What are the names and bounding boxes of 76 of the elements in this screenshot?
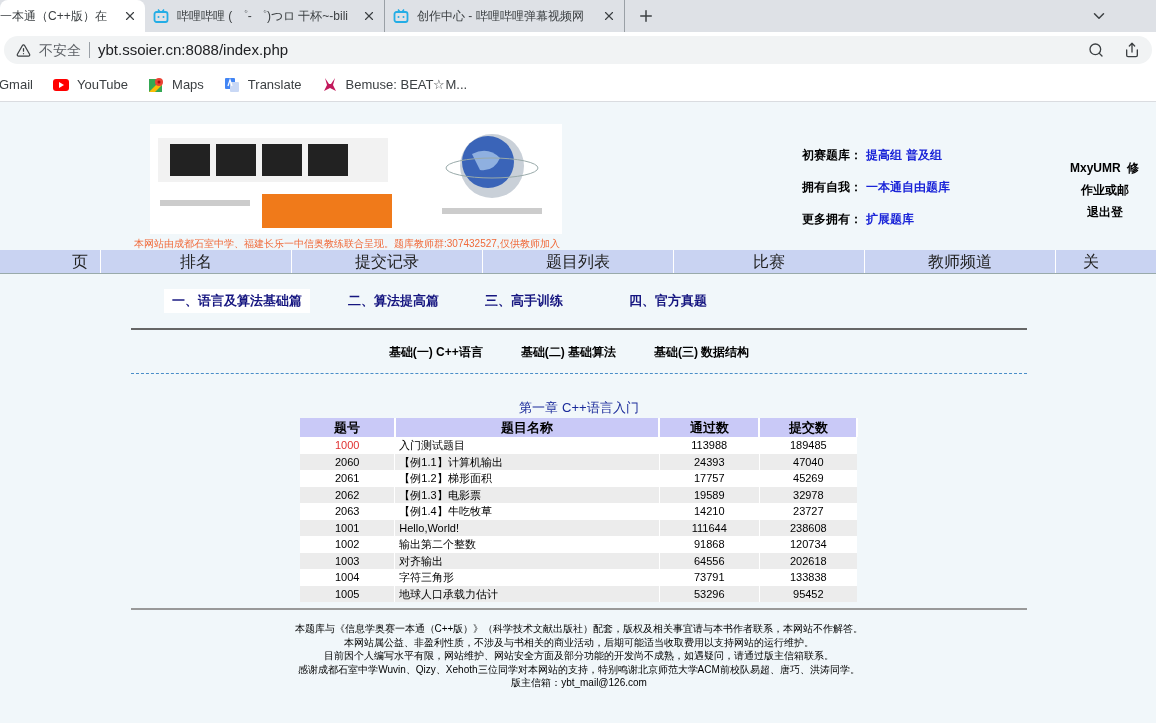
- nav-item[interactable]: 比赛: [674, 250, 865, 273]
- table-cell[interactable]: 2061: [300, 470, 395, 487]
- table-cell: 17757: [659, 470, 760, 487]
- nav-item[interactable]: 排名: [101, 250, 292, 273]
- close-icon[interactable]: [123, 9, 137, 23]
- link[interactable]: 扩展题库: [866, 210, 914, 228]
- close-icon[interactable]: [362, 9, 376, 23]
- section-tab[interactable]: 一、语言及算法基础篇: [164, 289, 310, 313]
- bookmark[interactable]: YouTube: [52, 74, 129, 95]
- user-link[interactable]: MxyUMR 修: [1070, 159, 1140, 177]
- table-cell[interactable]: 【例1.4】牛吃牧草: [394, 503, 660, 520]
- table-cell[interactable]: 字符三角形: [394, 569, 660, 586]
- section-tab[interactable]: 二、算法提高篇: [340, 289, 447, 313]
- notice-text: 本网站由成都石室中学、福建长乐一中信奥教练联合呈现。题库教师群:307432527,仅供教师加入: [134, 237, 560, 251]
- table-cell[interactable]: 1000: [300, 437, 395, 454]
- footer-text: 目前因个人编写水平有限，网站维护、网站安全方面及部分功能的开发尚不成熟，如遇疑问，请通过版主信箱联系。: [324, 649, 834, 663]
- nav-item[interactable]: 页: [0, 250, 101, 273]
- new-tab-icon[interactable]: [637, 7, 655, 25]
- table-cell[interactable]: 2063: [300, 503, 395, 520]
- bookmark[interactable]: Gmail: [0, 74, 33, 95]
- warning-icon: [16, 42, 31, 58]
- nav-item[interactable]: 题目列表: [483, 250, 674, 273]
- tab-title: 创作中心 - 哔哩哔哩弹幕视频网: [417, 8, 585, 25]
- table-cell: 189485: [759, 437, 857, 454]
- chapter-title: 第一章 C++语言入门: [518, 399, 640, 417]
- translate-icon: [223, 76, 240, 93]
- table-cell: 23727: [759, 503, 857, 520]
- link-label: 拥有自我：: [802, 179, 862, 196]
- table-cell: 14210: [659, 503, 760, 520]
- address-bar[interactable]: 不安全 ybt.ssoier.cn:8088/index.php: [4, 36, 1152, 64]
- table-cell[interactable]: 1004: [300, 569, 395, 586]
- table-cell: 45269: [759, 470, 857, 487]
- footer-text: 版主信箱：ybt_mail@126.com: [511, 676, 647, 690]
- link-label: 更多拥有：: [802, 211, 862, 228]
- table-cell: 113988: [659, 437, 760, 454]
- bookmark[interactable]: Bemuse: BEAT☆M...: [321, 74, 468, 95]
- tab-title: 哔哩哔哩 ( ゜- ゜)つロ 干杯~-bili: [177, 8, 349, 25]
- footer-text: 感谢成都石室中学Wuvin、Qizy、Xehoth三位同学对本网站的支持，特别鸣谢北京师范大学ACM前校队易超、唐巧、洪涛同学。: [298, 662, 860, 676]
- close-icon[interactable]: [602, 9, 616, 23]
- section-tab[interactable]: 四、官方真题: [621, 289, 715, 313]
- bookmark[interactable]: Maps: [148, 74, 204, 95]
- table-cell[interactable]: 输出第二个整数: [394, 536, 660, 553]
- security-label: 不安全: [39, 40, 81, 60]
- subsection-link[interactable]: 基础(三) 数据结构: [654, 342, 750, 361]
- table-cell[interactable]: 1002: [300, 536, 395, 553]
- footer-text: 本网站属公益、非盈利性质，不涉及与书相关的商业活动，后期可能适当收取费用以支持网站的运行维护。: [344, 635, 814, 649]
- link[interactable]: 普及组: [906, 146, 942, 164]
- section-tab[interactable]: 三、高手训练: [477, 289, 571, 313]
- user-link[interactable]: 作业或邮: [1080, 181, 1129, 199]
- table-cell[interactable]: 【例1.2】梯形面积: [394, 470, 660, 487]
- subsection-link[interactable]: 基础(一) C++语言: [388, 342, 483, 361]
- subsection-link[interactable]: 基础(二) 基础算法: [520, 342, 616, 361]
- link-label: 初赛题库：: [802, 147, 862, 164]
- user-link[interactable]: 退出登: [1086, 203, 1123, 221]
- url-text: ybt.ssoier.cn:8088/index.php: [98, 39, 289, 60]
- footer-text: 本题库与《信息学奥赛一本通（C++版）》（科学技术文献出版社）配套，版权及相关事宜请与本书作者联系，本网站不作解答。: [294, 622, 864, 636]
- tv-icon: [153, 8, 169, 24]
- table-cell: 91868: [659, 536, 760, 553]
- link[interactable]: 一本通自由题库: [866, 178, 950, 196]
- search-icon[interactable]: [1088, 42, 1104, 58]
- map-pin-icon: [148, 76, 165, 93]
- tv-icon: [393, 8, 409, 24]
- table-cell[interactable]: 入门测试题目: [394, 437, 660, 454]
- link[interactable]: 提高组: [866, 146, 902, 164]
- nav-item[interactable]: 关: [1056, 250, 1156, 273]
- tab-title: 一本通（C++版）在: [0, 8, 108, 25]
- nav-item[interactable]: 提交记录: [292, 250, 483, 273]
- play-icon: [52, 78, 69, 91]
- table-cell: 73791: [659, 569, 760, 586]
- table-cell: 133838: [759, 569, 857, 586]
- nav-item[interactable]: 教师频道: [865, 250, 1056, 273]
- share-icon[interactable]: [1124, 42, 1140, 58]
- browser-tab[interactable]: 一本通（C++版）在: [0, 0, 145, 32]
- table-cell: 120734: [759, 536, 857, 553]
- bunny-icon: [321, 76, 338, 93]
- bookmark[interactable]: Translate: [223, 74, 302, 95]
